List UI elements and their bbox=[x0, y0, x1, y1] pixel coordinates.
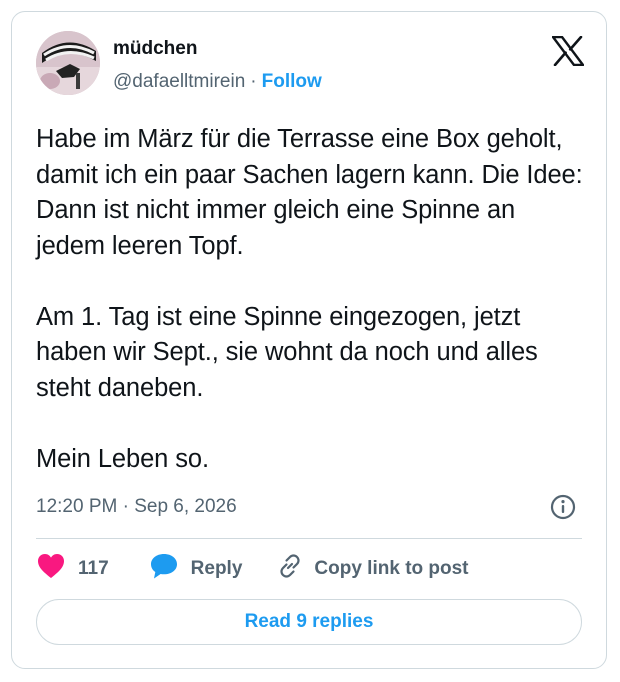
tweet-card: müdchen @dafaelltmirein · Follow Habe im M… bbox=[11, 11, 607, 669]
handle-row: @dafaelltmirein · Follow bbox=[113, 71, 322, 93]
info-icon[interactable] bbox=[550, 494, 576, 520]
x-logo-icon[interactable] bbox=[551, 35, 585, 67]
like-button[interactable]: 117 bbox=[36, 552, 109, 586]
tweet-timestamp[interactable]: 12:20 PM · Sep 6, 2026 bbox=[36, 496, 237, 518]
tweet-paragraph: Mein Leben so. bbox=[36, 444, 209, 473]
tweet-paragraph: Habe im März für die Terrasse eine Box g… bbox=[36, 125, 583, 260]
copy-link-label: Copy link to post bbox=[314, 558, 469, 579]
action-bar: 117 Reply Copy link to post bbox=[36, 552, 469, 586]
display-name[interactable]: müdchen bbox=[113, 38, 197, 60]
avatar[interactable] bbox=[36, 31, 100, 95]
tweet-paragraph: Am 1. Tag ist eine Spinne eingezogen, je… bbox=[36, 302, 538, 402]
handle-separator: · bbox=[250, 71, 257, 92]
tweet-text: Habe im März für die Terrasse eine Box g… bbox=[36, 122, 588, 477]
read-replies-button[interactable]: Read 9 replies bbox=[36, 599, 582, 645]
reply-label: Reply bbox=[190, 558, 243, 579]
heart-icon bbox=[36, 552, 66, 586]
speech-bubble-icon bbox=[149, 552, 179, 586]
like-count: 117 bbox=[78, 558, 109, 579]
follow-button[interactable]: Follow bbox=[262, 71, 322, 92]
divider bbox=[36, 538, 582, 539]
user-handle[interactable]: @dafaelltmirein bbox=[113, 71, 245, 92]
avatar-image bbox=[36, 31, 100, 95]
copy-link-button[interactable]: Copy link to post bbox=[276, 552, 469, 586]
link-icon bbox=[276, 552, 304, 586]
reply-button[interactable]: Reply bbox=[149, 552, 243, 586]
